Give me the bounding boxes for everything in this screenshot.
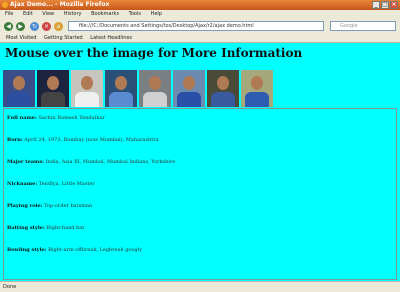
player-photo[interactable] [3, 70, 35, 107]
player-info-box: Full name: Sachin Ramesh Tendulkar Born:… [3, 108, 397, 280]
player-photo[interactable] [207, 70, 239, 107]
page-heading: Mouse over the image for More Informatio… [5, 46, 303, 60]
player-photo[interactable] [139, 70, 171, 107]
bookmarks-toolbar: Most Visited Getting Started Latest Head… [0, 34, 400, 43]
player-photo[interactable] [241, 70, 273, 107]
player-face [115, 76, 127, 90]
player-jersey [177, 92, 201, 107]
window-controls: _ □ × [372, 1, 398, 9]
firefox-icon [2, 2, 8, 8]
info-full-name: Full name: Sachin Ramesh Tendulkar [7, 115, 105, 121]
bookmark-latest-headlines[interactable]: Latest Headlines [90, 35, 132, 41]
player-photo-strip [3, 70, 273, 107]
player-jersey [211, 92, 235, 107]
player-jersey [245, 92, 269, 107]
address-bar[interactable]: file:///C:/Documents and Settings/tos/De… [68, 21, 324, 31]
info-major-teams: Major teams: India, Asia XI, Mumbai, Mum… [7, 159, 176, 165]
player-jersey [75, 92, 99, 107]
player-face [13, 76, 25, 90]
menu-help[interactable]: Help [151, 11, 162, 17]
menu-bookmarks[interactable]: Bookmarks [91, 11, 119, 17]
minimize-button[interactable]: _ [372, 1, 380, 9]
menu-edit[interactable]: Edit [23, 11, 33, 17]
player-photo[interactable] [37, 70, 69, 107]
menu-view[interactable]: View [42, 11, 54, 17]
back-button[interactable]: ◀ [4, 22, 13, 31]
player-jersey [7, 92, 31, 107]
player-face [251, 76, 263, 90]
window-title: Ajax Demo... - Mozilla Firefox [10, 1, 110, 8]
player-jersey [143, 92, 167, 107]
player-face [149, 76, 161, 90]
menu-file[interactable]: File [5, 11, 13, 17]
player-jersey [41, 92, 65, 107]
info-born: Born: April 24, 1973, Bombay (now Mumbai… [7, 137, 159, 143]
player-photo[interactable] [105, 70, 137, 107]
player-face [183, 76, 195, 90]
player-face [217, 76, 229, 90]
info-batting-style: Batting style: Right-hand bat [7, 225, 85, 231]
status-text: Done [3, 284, 17, 290]
reload-icon[interactable]: ↻ [30, 22, 39, 31]
stop-icon[interactable]: × [42, 22, 51, 31]
window-titlebar: Ajax Demo... - Mozilla Firefox _ □ × [0, 0, 400, 10]
page-content: Mouse over the image for More Informatio… [0, 43, 400, 281]
maximize-button[interactable]: □ [381, 1, 389, 9]
home-icon[interactable]: ⌂ [54, 22, 63, 31]
player-face [47, 76, 59, 90]
player-photo[interactable] [71, 70, 103, 107]
bookmark-getting-started[interactable]: Getting Started [44, 35, 83, 41]
info-playing-role: Playing role: Top-order batsman [7, 203, 93, 209]
menu-tools[interactable]: Tools [129, 11, 141, 17]
close-button[interactable]: × [390, 1, 398, 9]
navigation-toolbar: ◀ ▶ ↻ × ⌂ file:///C:/Documents and Setti… [0, 19, 400, 35]
menu-bar: File Edit View History Bookmarks Tools H… [0, 10, 400, 19]
forward-button[interactable]: ▶ [16, 22, 25, 31]
player-photo[interactable] [173, 70, 205, 107]
status-bar: Done [0, 281, 400, 292]
player-face [81, 76, 93, 90]
info-nickname: Nickname: Tendlya, Little Master [7, 181, 95, 187]
player-jersey [109, 92, 133, 107]
bookmark-most-visited[interactable]: Most Visited [6, 35, 36, 41]
info-bowling-style: Bowling style: Right-arm offbreak, Legbr… [7, 247, 143, 253]
search-input[interactable]: Google [330, 21, 396, 31]
menu-history[interactable]: History [64, 11, 82, 17]
